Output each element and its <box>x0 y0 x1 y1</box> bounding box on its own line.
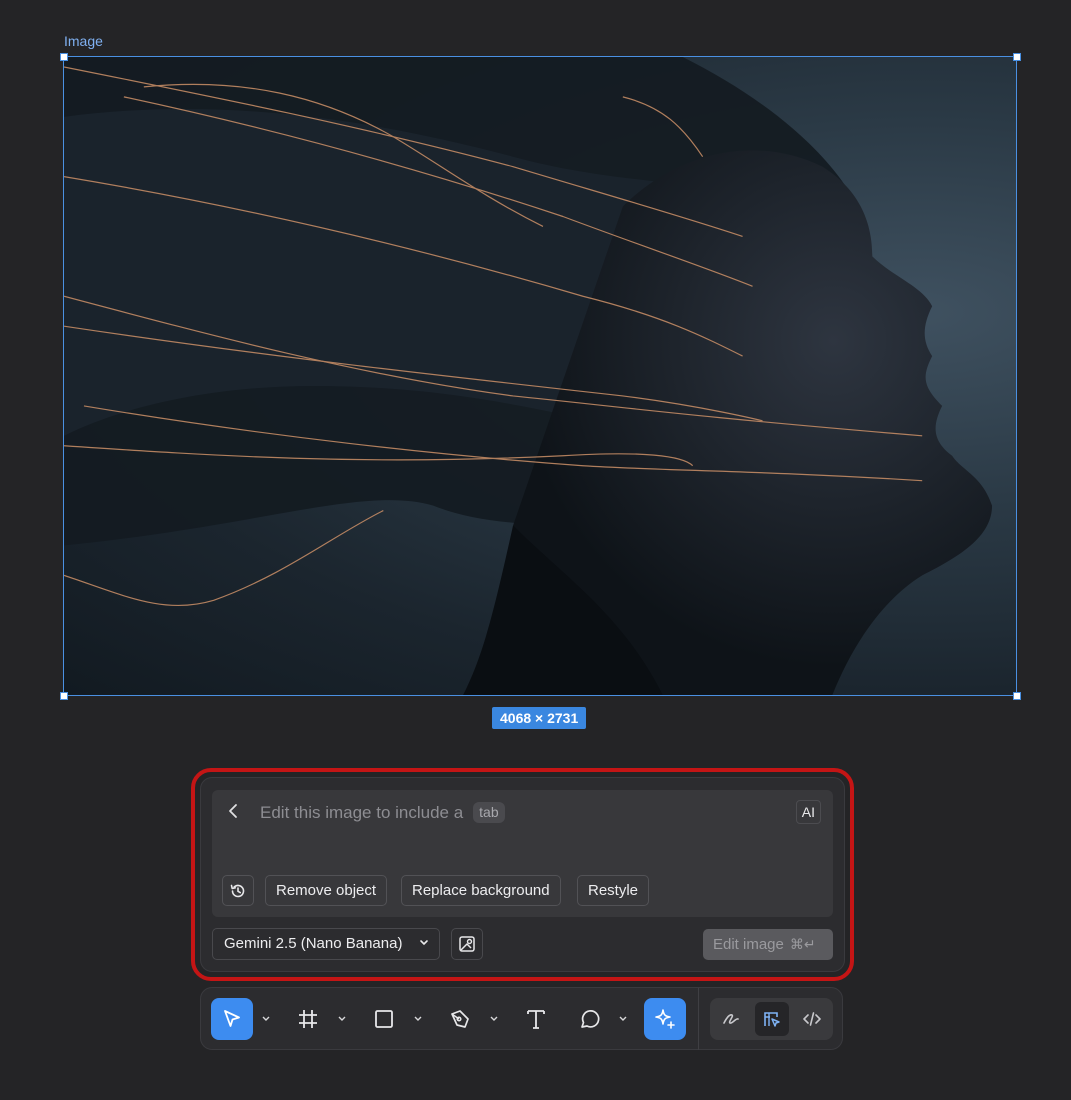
design-icon <box>764 1012 780 1027</box>
dimension-badge: 4068 × 2731 <box>492 707 587 729</box>
comment-icon <box>581 1010 600 1028</box>
restyle-chip[interactable]: Restyle <box>577 875 650 906</box>
bottom-toolbar <box>200 987 843 1050</box>
model-name: Gemini 2.5 (Nano Banana) <box>224 935 403 952</box>
resize-handle-bottom-right[interactable] <box>1013 692 1021 700</box>
frame-icon <box>299 1010 317 1028</box>
back-button[interactable] <box>224 802 242 820</box>
chevron-down-icon <box>414 1016 422 1021</box>
move-tool-dropdown[interactable] <box>261 1012 271 1026</box>
edit-image-button[interactable]: Edit image ⌘↵ <box>703 929 833 960</box>
resize-handle-bottom-left[interactable] <box>60 692 68 700</box>
resize-handle-top-right[interactable] <box>1013 53 1021 61</box>
frame-label[interactable]: Image <box>64 33 103 49</box>
history-button[interactable] <box>222 875 254 906</box>
chevron-down-icon <box>490 1016 498 1021</box>
pen-icon <box>451 1010 469 1028</box>
remove-object-chip[interactable]: Remove object <box>265 875 388 906</box>
code-icon <box>803 1012 821 1026</box>
chevron-down-icon <box>420 940 428 946</box>
chevron-down-icon <box>262 1016 270 1021</box>
cursor-icon <box>224 1010 240 1027</box>
chevron-down-icon <box>619 1016 627 1021</box>
ai-badge[interactable]: AI <box>795 800 821 824</box>
sparkle-icon <box>655 1009 675 1029</box>
history-icon <box>230 884 245 897</box>
replace-background-chip[interactable]: Replace background <box>401 875 561 906</box>
ai-edit-panel: Edit this image to include a tab AI Remov… <box>200 777 845 972</box>
resize-handle-top-left[interactable] <box>60 53 68 61</box>
pen-tool[interactable] <box>439 998 481 1040</box>
reference-image-button[interactable] <box>451 928 483 960</box>
tab-hint: tab <box>473 802 505 823</box>
draw-icon <box>723 1014 739 1024</box>
prompt-input-area[interactable]: Edit this image to include a tab AI Remov… <box>212 790 833 917</box>
move-tool[interactable] <box>211 998 253 1040</box>
ai-tool[interactable] <box>644 998 686 1040</box>
chevron-left-icon <box>229 804 237 818</box>
prompt-input[interactable]: Edit this image to include a tab <box>260 802 505 823</box>
shape-tool[interactable] <box>363 998 405 1040</box>
portrait-photo <box>64 57 993 695</box>
design-mode-button[interactable] <box>755 1002 789 1036</box>
toolbar-divider <box>698 988 699 1050</box>
text-icon <box>527 1010 545 1029</box>
rectangle-icon <box>375 1010 393 1028</box>
mode-switcher <box>710 998 833 1040</box>
comment-tool[interactable] <box>569 998 611 1040</box>
frame-tool[interactable] <box>287 998 329 1040</box>
comment-tool-dropdown[interactable] <box>618 1012 628 1026</box>
edit-shortcut: ⌘↵ <box>789 936 816 952</box>
text-tool[interactable] <box>515 998 557 1040</box>
prompt-placeholder: Edit this image to include a <box>260 803 464 822</box>
image-reference-icon <box>459 936 475 952</box>
draw-mode-button[interactable] <box>714 1002 748 1036</box>
model-select[interactable]: Gemini 2.5 (Nano Banana) <box>212 928 440 960</box>
chevron-down-icon <box>338 1016 346 1021</box>
selected-image[interactable] <box>63 56 1017 696</box>
frame-tool-dropdown[interactable] <box>337 1012 347 1026</box>
pen-tool-dropdown[interactable] <box>489 1012 499 1026</box>
shape-tool-dropdown[interactable] <box>413 1012 423 1026</box>
dev-mode-button[interactable] <box>795 1002 829 1036</box>
edit-image-label: Edit image <box>713 936 784 953</box>
